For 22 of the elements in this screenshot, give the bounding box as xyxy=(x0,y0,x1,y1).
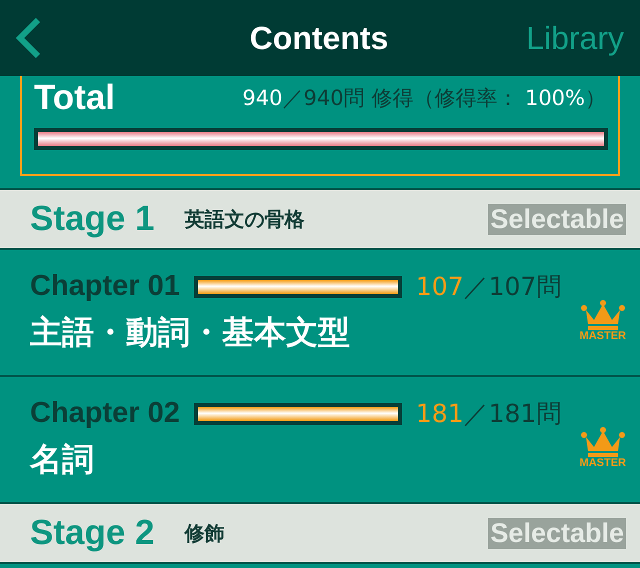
question-count: 107／107問 xyxy=(416,271,562,303)
crown-icon xyxy=(580,300,626,330)
crown-icon xyxy=(580,427,626,457)
total-label: Total xyxy=(34,78,116,118)
stage-header[interactable]: Stage 2 修飾 Selectable xyxy=(0,504,640,564)
stage-header[interactable]: Stage 1 英語文の骨格 Selectable xyxy=(0,190,640,250)
stage-title: Stage 1 xyxy=(30,199,154,239)
master-label: MASTER xyxy=(580,457,626,469)
chapter-name: 名詞 xyxy=(30,439,95,480)
chapter-title: Chapter 01 xyxy=(30,270,180,303)
stage-subtitle: 英語文の骨格 xyxy=(184,206,306,232)
master-label: MASTER xyxy=(580,330,626,342)
library-link[interactable]: Library xyxy=(526,20,624,56)
selectable-badge: Selectable xyxy=(488,204,626,234)
selectable-badge: Selectable xyxy=(488,518,626,548)
stage-title: Stage 2 xyxy=(30,513,154,553)
stage-subtitle: 修飾 xyxy=(184,520,226,546)
question-count: 181／181問 xyxy=(416,398,562,430)
total-stats: 940／940問 修得（修得率： 100%） xyxy=(242,85,606,112)
chapter-title: Chapter 02 xyxy=(30,397,180,430)
chapter-name: 主語・動詞・基本文型 xyxy=(30,312,351,353)
screen-title: Contents xyxy=(250,20,388,56)
